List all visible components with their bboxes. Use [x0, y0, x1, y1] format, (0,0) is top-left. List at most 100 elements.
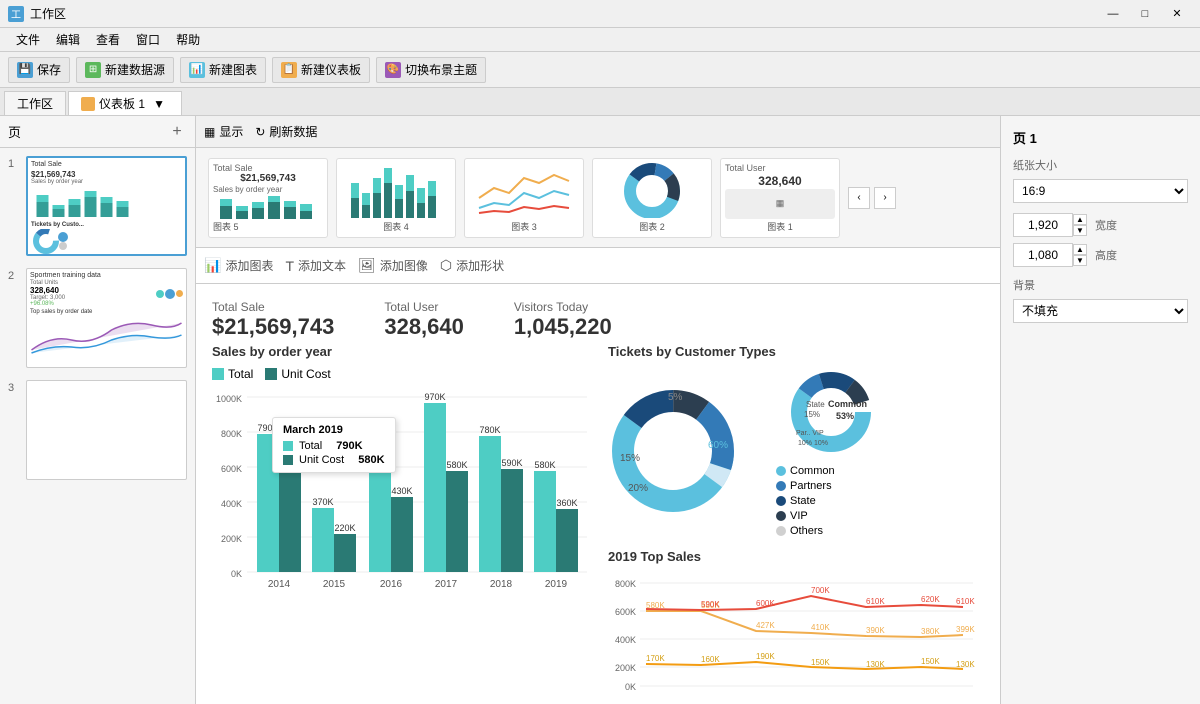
svg-text:580K: 580K: [534, 460, 555, 470]
page-item-2[interactable]: 2 Sportmen training data Total Units 328…: [4, 264, 191, 372]
refresh-icon: ↻: [255, 125, 265, 139]
metric-visitors-today: Visitors Today 1,045,220: [514, 300, 612, 340]
svg-text:190K: 190K: [756, 652, 775, 661]
tooltip-unit-cost-value: 580K: [358, 454, 384, 466]
svg-text:400K: 400K: [615, 635, 636, 645]
chart-prev-button[interactable]: ‹: [848, 187, 870, 209]
svg-text:State: State: [806, 400, 825, 409]
display-icon: ▦: [204, 125, 215, 139]
content-toolbar: ▦ 显示 ↻ 刷新数据: [196, 116, 1000, 148]
chart-thumb-5[interactable]: Total Sale $21,569,743 Sales by order ye…: [208, 158, 328, 238]
minimize-button[interactable]: —: [1098, 4, 1128, 24]
add-image-icon: 🖼: [358, 257, 376, 274]
svg-text:399K: 399K: [956, 625, 975, 634]
tickets-chart-content: 60% 15% 20% 5%: [608, 367, 984, 537]
svg-text:15%: 15%: [804, 410, 820, 419]
svg-text:130K: 130K: [866, 660, 885, 669]
menu-edit[interactable]: 编辑: [48, 29, 88, 50]
add-text-button[interactable]: T 添加文本: [285, 257, 346, 274]
height-input-group: ▲ ▼: [1013, 243, 1087, 267]
svg-text:2015: 2015: [323, 579, 346, 590]
app-icon: 工: [8, 6, 24, 22]
paper-size-select[interactable]: 16:9 4:3 A4: [1013, 179, 1188, 203]
dashboard-tab[interactable]: 仪表板 1 ▼: [68, 91, 182, 115]
background-select[interactable]: 不填充 填充颜色: [1013, 299, 1188, 323]
height-increment[interactable]: ▲: [1073, 244, 1087, 255]
chart-next-button[interactable]: ›: [874, 187, 896, 209]
top-sales-chart-title: 2019 Top Sales: [608, 549, 984, 564]
svg-text:0K: 0K: [231, 569, 242, 579]
svg-text:150K: 150K: [921, 657, 940, 666]
tickets-chart-title: Tickets by Customer Types: [608, 344, 984, 359]
chart-thumb-4[interactable]: 图表 4: [336, 158, 456, 238]
menu-file[interactable]: 文件: [8, 29, 48, 50]
new-datasource-button[interactable]: ⊞ 新建数据源: [76, 57, 174, 83]
svg-text:430K: 430K: [391, 486, 412, 496]
svg-text:600K: 600K: [756, 599, 775, 608]
page-thumb-2: Sportmen training data Total Units 328,6…: [26, 268, 187, 368]
new-dashboard-button[interactable]: 📋 新建仪表板: [272, 57, 370, 83]
height-input[interactable]: [1013, 243, 1073, 267]
chart-tooltip: March 2019 Total 790K Unit Cost 580K: [272, 417, 396, 473]
close-button[interactable]: ✕: [1162, 4, 1192, 24]
svg-text:0K: 0K: [625, 682, 636, 692]
new-chart-button[interactable]: 📊 新建图表: [180, 57, 266, 83]
svg-text:Par.. VIP: Par.. VIP: [796, 430, 824, 437]
background-section: 背景 不填充 填充颜色: [1013, 277, 1188, 323]
save-button[interactable]: 💾 保存: [8, 57, 70, 83]
dimensions-section: ▲ ▼ 宽度 ▲ ▼ 高度: [1013, 213, 1188, 267]
add-chart-icon: 📊: [204, 257, 221, 274]
page-thumb-1: Total Sale $21,569,743 Sales by order ye…: [26, 156, 187, 256]
tab-dropdown-icon[interactable]: ▼: [149, 92, 169, 116]
switch-theme-button[interactable]: 🎨 切换布景主题: [376, 57, 486, 83]
sales-chart-area: Sales by order year Total Unit Cost: [212, 344, 592, 704]
tooltip-total-value: 790K: [336, 440, 362, 452]
menu-help[interactable]: 帮助: [168, 29, 208, 50]
add-image-button[interactable]: 🖼 添加图像: [358, 257, 428, 274]
main-toolbar: 💾 保存 ⊞ 新建数据源 📊 新建图表 📋 新建仪表板 🎨 切换布景主题: [0, 52, 1200, 88]
svg-text:610K: 610K: [866, 597, 885, 606]
dashboard-icon: 📋: [281, 62, 297, 78]
page-item-3[interactable]: 3: [4, 376, 191, 484]
legend-unit-cost-label: Unit Cost: [281, 367, 330, 381]
svg-text:390K: 390K: [866, 626, 885, 635]
page-panel-title: 页 1: [1013, 128, 1188, 147]
svg-text:60%: 60%: [708, 440, 728, 451]
svg-text:15%: 15%: [620, 453, 640, 464]
width-input[interactable]: [1013, 213, 1073, 237]
maximize-button[interactable]: □: [1130, 4, 1160, 24]
svg-text:600K: 600K: [221, 464, 242, 474]
add-shape-button[interactable]: ⬡ 添加形状: [440, 257, 504, 274]
bar-chart-container: 1000K 800K 600K 400K 200K 0K: [212, 387, 592, 610]
add-page-button[interactable]: +: [167, 122, 187, 142]
svg-text:Common: Common: [828, 399, 867, 409]
svg-text:10% 10%: 10% 10%: [798, 440, 828, 447]
workspace-tab[interactable]: 工作区: [4, 91, 66, 115]
width-decrement[interactable]: ▼: [1073, 225, 1087, 236]
refresh-button[interactable]: ↻ 刷新数据: [255, 123, 317, 140]
width-increment[interactable]: ▲: [1073, 214, 1087, 225]
paper-size-section: 纸张大小 16:9 4:3 A4: [1013, 157, 1188, 203]
height-spinner: ▲ ▼: [1073, 244, 1087, 266]
chart-thumb-2[interactable]: 图表 2: [592, 158, 712, 238]
svg-text:700K: 700K: [811, 586, 830, 595]
menu-view[interactable]: 查看: [88, 29, 128, 50]
tooltip-total-color: [283, 441, 293, 451]
page-item-1[interactable]: 1 Total Sale $21,569,743 Sales by order …: [4, 152, 191, 260]
tooltip-total-label: Total: [299, 440, 322, 452]
width-input-group: ▲ ▼: [1013, 213, 1087, 237]
svg-text:970K: 970K: [424, 392, 445, 402]
add-chart-button[interactable]: 📊 添加图表: [204, 257, 273, 274]
display-button[interactable]: ▦ 显示: [204, 123, 243, 140]
menu-window[interactable]: 窗口: [128, 29, 168, 50]
add-text-icon: T: [285, 258, 294, 274]
background-label: 背景: [1013, 277, 1188, 293]
chart-thumb-1[interactable]: Total User 328,640 ▦ 图表 1: [720, 158, 840, 238]
svg-text:130K: 130K: [956, 660, 975, 669]
metric-total-user: Total User 328,640: [384, 300, 464, 340]
chart-thumb-3[interactable]: 图表 3: [464, 158, 584, 238]
datasource-icon: ⊞: [85, 62, 101, 78]
tickets-legend-area: State 15% Common 53% Par.. VIP 10% 10%: [776, 367, 896, 537]
svg-text:1000K: 1000K: [216, 394, 242, 404]
height-decrement[interactable]: ▼: [1073, 255, 1087, 266]
